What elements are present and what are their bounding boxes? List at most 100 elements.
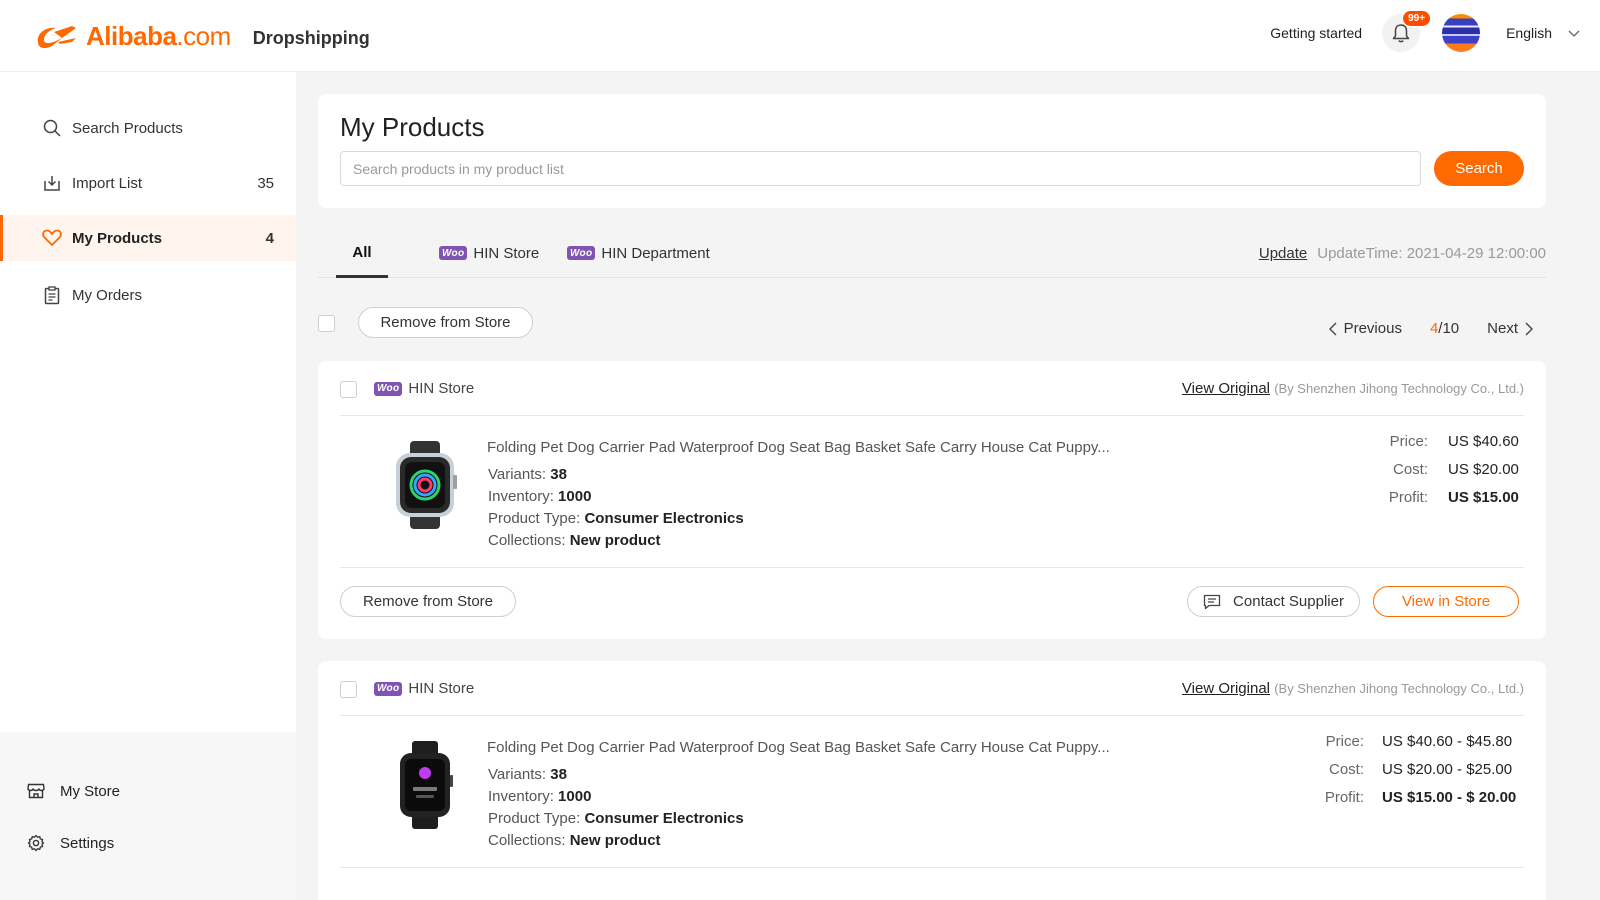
sidebar-item-count: 35 [257, 174, 274, 192]
product-name: Dropshipping [252, 27, 370, 48]
product-checkbox[interactable] [340, 381, 357, 398]
view-original: View Original (By Shenzhen Jihong Techno… [1182, 380, 1524, 397]
pagination: Previous 4/10 Next [1328, 320, 1534, 337]
update-time: UpdateTime: 2021-04-29 12:00:00 [1317, 244, 1546, 262]
sidebar-item-label: Import List [72, 174, 143, 192]
bulk-remove-from-store-button[interactable]: Remove from Store [358, 307, 533, 338]
product-type: Product Type: Consumer Electronics [488, 810, 744, 827]
product-type: Product Type: Consumer Electronics [488, 510, 744, 527]
product-store-name: Woo HIN Store [374, 680, 474, 697]
sidebar-item-label: Search Products [72, 119, 183, 137]
sidebar: Search Products Import List 35 My Produc… [0, 72, 296, 900]
profit-label: Profit: [1324, 789, 1364, 806]
sidebar-item-my-products[interactable]: My Products 4 [0, 215, 296, 261]
product-inventory: Inventory: 1000 [488, 488, 592, 505]
gear-icon [26, 833, 46, 853]
alibaba-logo-icon [37, 26, 76, 49]
search-icon [42, 118, 62, 138]
product-store-row: Woo HIN Store View Original (By Shenzhen… [340, 361, 1524, 416]
product-variants: Variants: 38 [488, 466, 567, 483]
price-value: US $40.60 [1448, 433, 1519, 450]
contact-supplier-button[interactable]: Contact Supplier [1187, 586, 1360, 617]
tab-label: HIN Department [601, 244, 710, 262]
chevron-left-icon[interactable] [1328, 322, 1338, 336]
search-input[interactable] [340, 151, 1421, 186]
product-title[interactable]: Folding Pet Dog Carrier Pad Waterproof D… [487, 739, 1110, 756]
product-collections: Collections: New product [488, 832, 661, 849]
next-page-button[interactable]: Next [1487, 320, 1518, 337]
product-checkbox[interactable] [340, 681, 357, 698]
view-original-link[interactable]: View Original [1182, 680, 1270, 697]
update-link[interactable]: Update [1259, 245, 1307, 262]
product-prices: Price: US $40.60 - $45.80 Cost: US $20.00 … [1314, 733, 1516, 817]
supplier-name: (By Shenzhen Jihong Technology Co., Ltd.… [1274, 381, 1524, 396]
price-label: Price: [1389, 433, 1428, 450]
title-card: My Products Search [318, 94, 1546, 208]
brand-name: Alibaba.com [86, 20, 231, 51]
product-actions [340, 867, 1524, 900]
bulk-actions-bar: Remove from Store Previous 4/10 Next [318, 306, 1546, 342]
product-variants: Variants: 38 [488, 766, 567, 783]
tab-all[interactable]: All [336, 230, 388, 278]
view-original: View Original (By Shenzhen Jihong Techno… [1182, 680, 1524, 697]
language-selector[interactable]: English [1506, 25, 1552, 41]
woocommerce-icon: Woo [374, 681, 403, 696]
remove-from-store-button[interactable]: Remove from Store [340, 586, 516, 617]
sidebar-item-label: My Orders [72, 286, 143, 304]
page-title: My Products [340, 112, 485, 142]
product-card: Woo HIN Store View Original (By Shenzhen… [318, 661, 1546, 900]
store-icon [26, 781, 46, 801]
chat-icon [1203, 594, 1221, 609]
price-label: Price: [1325, 733, 1364, 750]
woocommerce-icon: Woo [439, 246, 468, 260]
getting-started-link[interactable]: Getting started [1270, 25, 1362, 41]
store-tabs: All Woo HIN Store Woo HIN Department Upd… [318, 230, 1546, 278]
sidebar-item-my-store[interactable]: My Store [0, 771, 296, 811]
search-button[interactable]: Search [1434, 151, 1524, 186]
sidebar-item-my-orders[interactable]: My Orders [0, 272, 296, 318]
sidebar-item-label: Settings [60, 834, 115, 852]
orders-icon [42, 285, 62, 305]
heart-icon [42, 228, 62, 248]
profit-value: US $15.00 - $ 20.00 [1382, 789, 1517, 806]
product-details: Variants: 38 Inventory: 1000 Product Typ… [488, 464, 744, 552]
cost-value: US $20.00 [1448, 461, 1519, 478]
supplier-name: (By Shenzhen Jihong Technology Co., Ltd.… [1274, 681, 1524, 696]
woocommerce-icon: Woo [567, 246, 596, 260]
product-store-row: Woo HIN Store View Original (By Shenzhen… [340, 661, 1524, 716]
top-header: Alibaba.com Dropshipping Getting started… [0, 0, 1600, 72]
product-details: Variants: 38 Inventory: 1000 Product Typ… [488, 764, 744, 852]
product-store-name: Woo HIN Store [374, 380, 474, 397]
alibaba-logo[interactable]: Alibaba.com Dropshipping [32, 20, 370, 52]
profit-label: Profit: [1388, 489, 1428, 506]
notification-badge: 99+ [1402, 10, 1432, 27]
product-inventory: Inventory: 1000 [488, 788, 592, 805]
tab-label: HIN Store [473, 244, 540, 262]
notifications-button[interactable]: 99+ [1382, 10, 1432, 52]
sidebar-item-settings[interactable]: Settings [0, 823, 296, 863]
page-indicator: 4/10 [1429, 320, 1460, 337]
previous-page-button[interactable]: Previous [1344, 320, 1402, 337]
tab-hin-department[interactable]: Woo HIN Department [567, 230, 710, 276]
cost-label: Cost: [1328, 761, 1364, 778]
sidebar-item-search-products[interactable]: Search Products [0, 105, 296, 151]
price-value: US $40.60 - $45.80 [1382, 733, 1513, 750]
chevron-down-icon[interactable] [1568, 27, 1580, 39]
sidebar-item-import-list[interactable]: Import List 35 [0, 160, 296, 206]
product-card: Woo HIN Store View Original (By Shenzhen… [318, 361, 1546, 639]
import-icon [42, 173, 62, 193]
view-in-store-button[interactable]: View in Store [1373, 586, 1519, 617]
smartwatch-icon[interactable] [380, 439, 472, 531]
avatar[interactable] [1442, 14, 1481, 52]
tab-hin-store[interactable]: Woo HIN Store [439, 230, 539, 276]
cost-value: US $20.00 - $25.00 [1382, 761, 1513, 778]
sidebar-item-label: My Store [60, 782, 121, 800]
product-prices: Price: US $40.60 Cost: US $20.00 Profit: US… [1378, 433, 1519, 517]
chevron-right-icon[interactable] [1524, 322, 1534, 336]
smartwatch-icon[interactable] [380, 739, 472, 831]
select-all-checkbox[interactable] [318, 315, 335, 332]
product-title[interactable]: Folding Pet Dog Carrier Pad Waterproof D… [487, 439, 1110, 456]
view-original-link[interactable]: View Original [1182, 380, 1270, 397]
cost-label: Cost: [1392, 461, 1428, 478]
woocommerce-icon: Woo [374, 381, 403, 396]
